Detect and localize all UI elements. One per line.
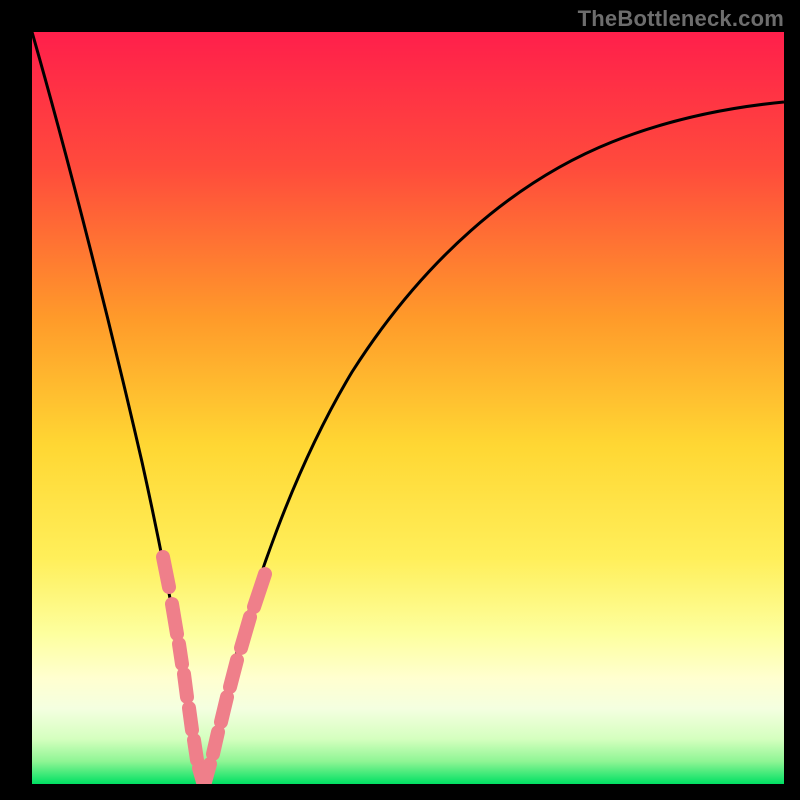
plot-area [32, 32, 784, 784]
overlay-left [163, 557, 203, 782]
watermark-text: TheBottleneck.com [578, 6, 784, 32]
chart-frame: TheBottleneck.com [0, 0, 800, 800]
overlay-right [205, 574, 265, 782]
bottleneck-curve [32, 32, 784, 784]
curve-path [32, 32, 784, 784]
